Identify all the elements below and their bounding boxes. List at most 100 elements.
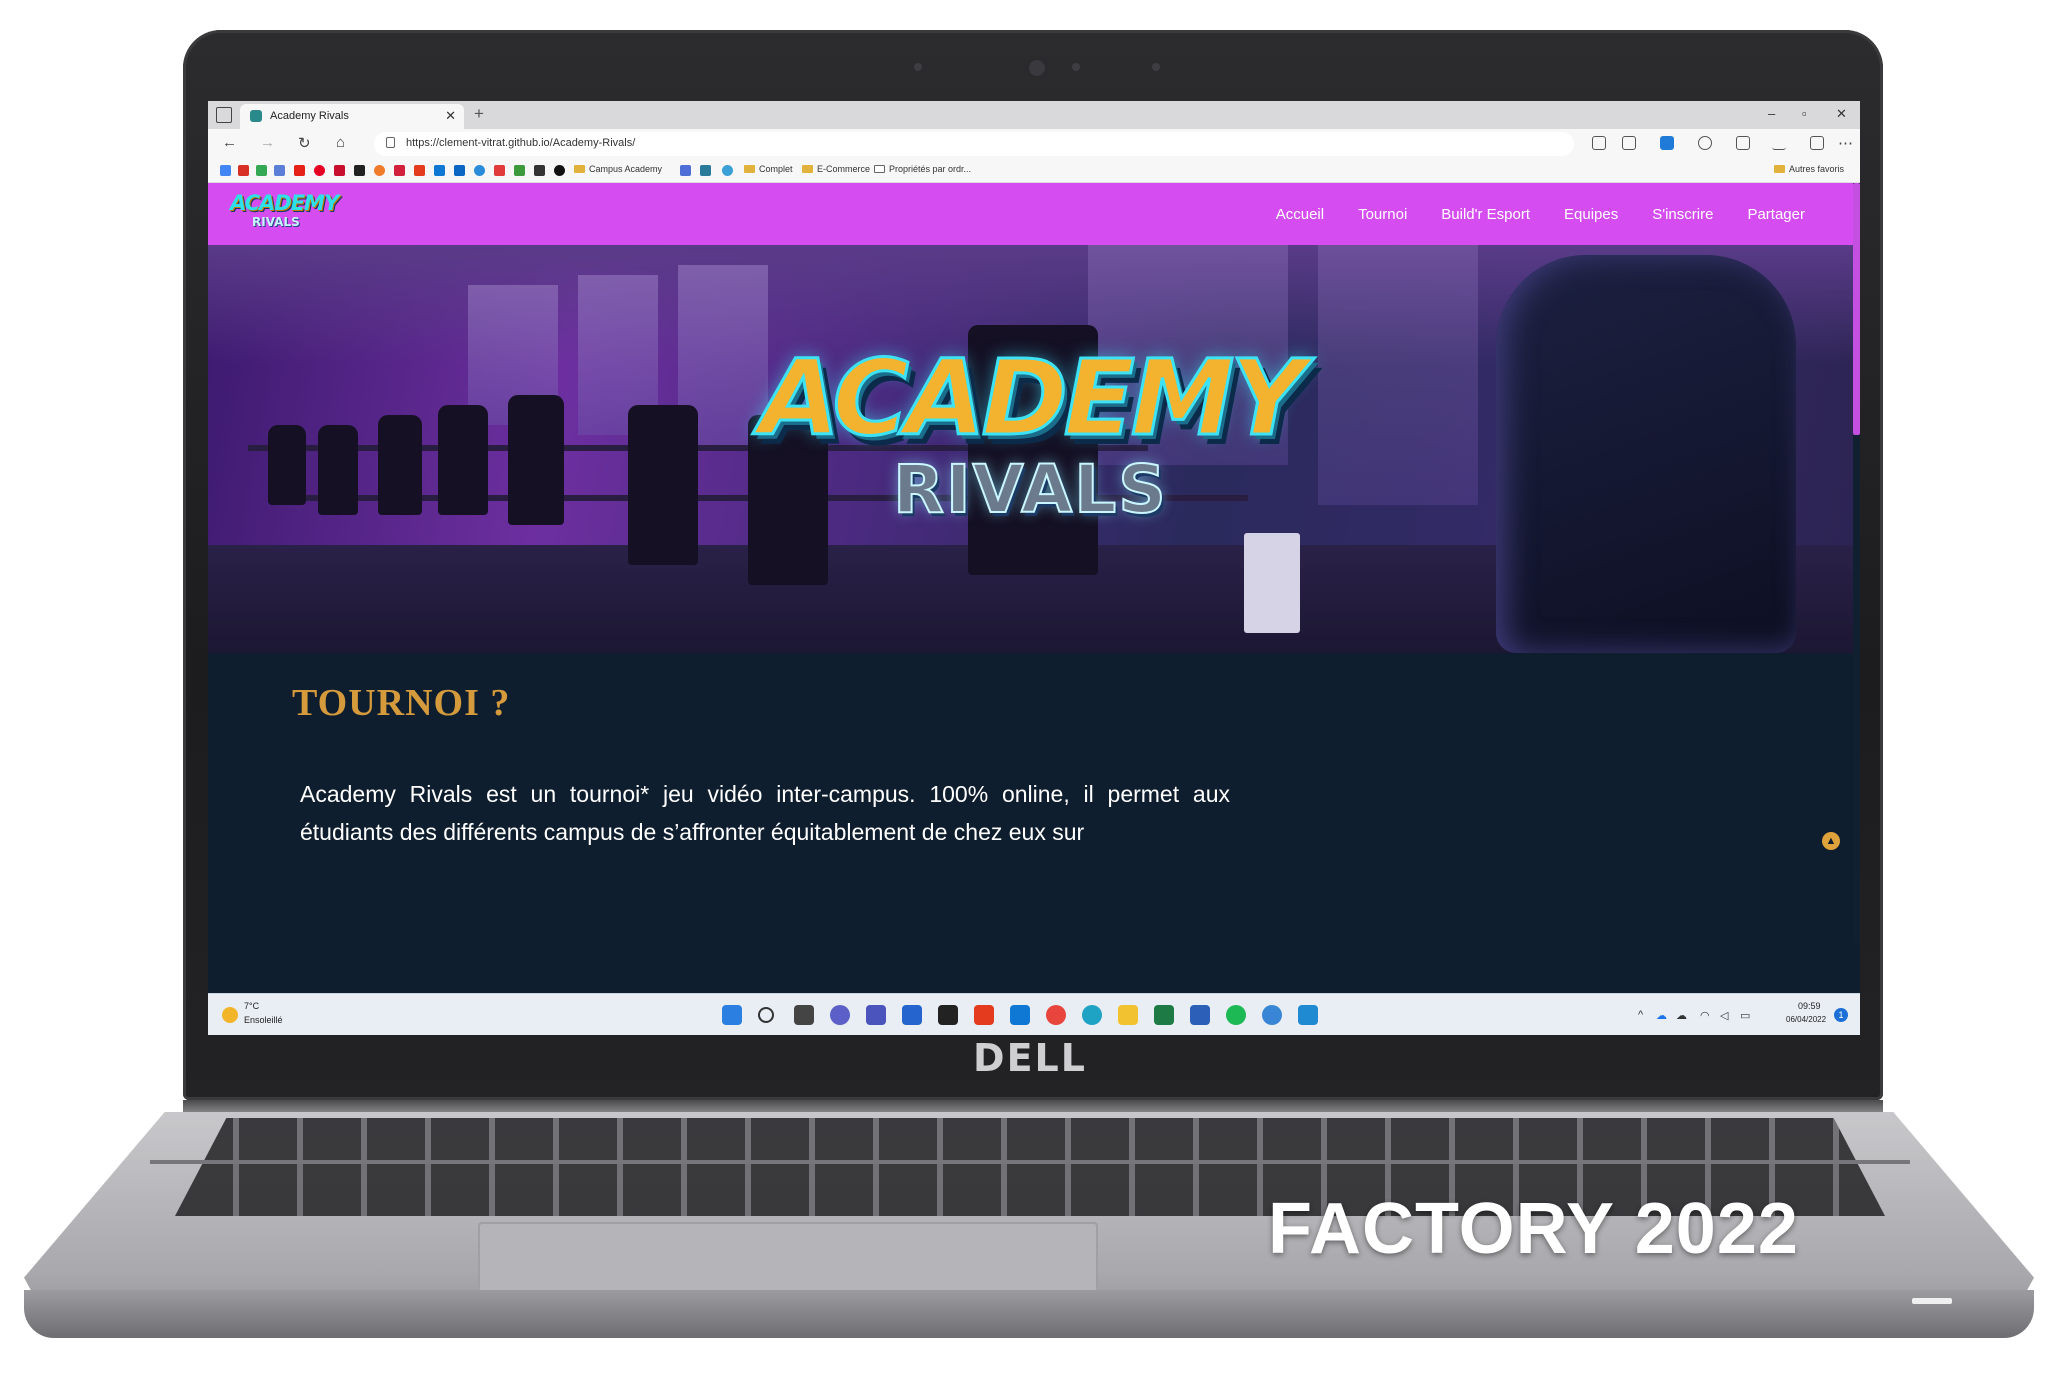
collections-icon[interactable] xyxy=(1810,136,1824,150)
minimize-icon[interactable]: – xyxy=(1768,106,1775,121)
spotify-icon[interactable] xyxy=(1226,1005,1246,1025)
chevron-up-icon[interactable]: ^ xyxy=(1638,1009,1643,1021)
teams-icon[interactable] xyxy=(866,1005,886,1025)
more-menu-icon[interactable]: ⋯ xyxy=(1838,134,1853,152)
extension-icon[interactable] xyxy=(1660,136,1674,150)
laptop: Academy Rivals ✕ + – ▫ ✕ ← → ↻ ⌂ https:/… xyxy=(0,0,2057,1373)
bookmark-icon[interactable] xyxy=(334,165,345,176)
clock-time[interactable]: 09:59 xyxy=(1798,1001,1821,1011)
sensor-dot xyxy=(914,63,922,71)
pinterest-icon[interactable] xyxy=(314,165,325,176)
cloud-icon[interactable]: ☁ xyxy=(1676,1009,1687,1022)
bookmark-icon[interactable] xyxy=(494,165,505,176)
browser-tab[interactable]: Academy Rivals ✕ xyxy=(240,104,464,129)
folder-icon xyxy=(744,165,755,173)
folder-icon xyxy=(574,165,585,173)
status-led xyxy=(1912,1298,1952,1304)
close-tab-icon[interactable]: ✕ xyxy=(445,108,456,124)
volume-icon[interactable]: ◁ xyxy=(1720,1009,1728,1022)
home-icon[interactable]: ⌂ xyxy=(336,134,345,151)
favorites-item-properties[interactable]: Propriétés par ordr... xyxy=(874,164,971,174)
folder-label: Autres favoris xyxy=(1789,164,1845,174)
chat-icon[interactable] xyxy=(830,1005,850,1025)
google-icon[interactable] xyxy=(220,165,231,176)
vscode-icon[interactable] xyxy=(1298,1005,1318,1025)
bookmark-icon[interactable] xyxy=(394,165,405,176)
close-window-icon[interactable]: ✕ xyxy=(1836,106,1847,122)
chrome-icon[interactable] xyxy=(1046,1005,1066,1025)
task-view-icon[interactable] xyxy=(794,1005,814,1025)
bookmark-icon[interactable] xyxy=(534,165,545,176)
linkedin-icon[interactable] xyxy=(454,165,465,176)
notification-badge[interactable]: 1 xyxy=(1834,1008,1848,1022)
bookmark-icon[interactable] xyxy=(554,165,565,176)
download-icon[interactable] xyxy=(1772,136,1786,150)
clock-date[interactable]: 06/04/2022 xyxy=(1786,1015,1826,1024)
nav-link-partager[interactable]: Partager xyxy=(1747,206,1805,223)
outlook-icon[interactable] xyxy=(434,165,445,176)
browser-tab-bar: Academy Rivals ✕ + – ▫ ✕ xyxy=(208,101,1860,129)
office-icon[interactable] xyxy=(414,165,425,176)
restore-icon[interactable]: ▫ xyxy=(1802,106,1807,121)
bookmark-icon[interactable] xyxy=(680,165,691,176)
site-logo[interactable]: ACADEMY RIVALS xyxy=(230,191,339,237)
gmail-icon[interactable] xyxy=(238,165,249,176)
screen: Academy Rivals ✕ + – ▫ ✕ ← → ↻ ⌂ https:/… xyxy=(208,101,1860,1035)
site-navbar: ACADEMY RIVALS Accueil Tournoi Build'r E… xyxy=(208,183,1853,245)
tab-actions-icon[interactable] xyxy=(216,107,232,123)
word-icon[interactable] xyxy=(1190,1005,1210,1025)
calendar-icon[interactable] xyxy=(274,165,285,176)
excel-icon[interactable] xyxy=(1154,1005,1174,1025)
bookmark-icon[interactable] xyxy=(514,165,525,176)
edge-icon[interactable] xyxy=(1082,1005,1102,1025)
nav-link-equipes[interactable]: Equipes xyxy=(1564,206,1618,223)
read-aloud-icon[interactable] xyxy=(1592,136,1606,150)
folder-icon xyxy=(802,165,813,173)
favorites-folder-ecommerce[interactable]: E-Commerce xyxy=(802,164,870,174)
sync-icon[interactable] xyxy=(1698,136,1712,150)
favorites-folder-campus[interactable]: Campus Academy xyxy=(574,164,662,174)
bookmark-icon[interactable] xyxy=(722,165,733,176)
weather-description: Ensoleillé xyxy=(244,1015,283,1025)
maps-icon[interactable] xyxy=(256,165,267,176)
keyboard-row-divider xyxy=(150,1160,1910,1164)
weather-sun-icon[interactable] xyxy=(222,1007,238,1023)
favorite-star-icon[interactable] xyxy=(1622,136,1636,150)
todo-icon[interactable] xyxy=(902,1005,922,1025)
search-icon[interactable] xyxy=(758,1007,774,1023)
bookmark-icon[interactable] xyxy=(474,165,485,176)
favorites-folder-complet[interactable]: Complet xyxy=(744,164,793,174)
app-icon[interactable] xyxy=(938,1005,958,1025)
forward-icon[interactable]: → xyxy=(260,134,275,151)
folder-icon xyxy=(1774,165,1785,173)
nav-link-accueil[interactable]: Accueil xyxy=(1276,206,1324,223)
wifi-icon[interactable]: ◠ xyxy=(1700,1009,1710,1022)
bookmark-icon[interactable] xyxy=(354,165,365,176)
onedrive-icon[interactable]: ☁ xyxy=(1656,1009,1667,1022)
start-icon[interactable] xyxy=(722,1005,742,1025)
outlook-icon[interactable] xyxy=(1010,1005,1030,1025)
bookmark-icon[interactable] xyxy=(700,165,711,176)
refresh-icon[interactable]: ↻ xyxy=(298,134,311,152)
favorites-icon[interactable] xyxy=(1736,136,1750,150)
nav-link-tournoi[interactable]: Tournoi xyxy=(1358,206,1407,223)
bookmark-icon[interactable] xyxy=(374,165,385,176)
scrollbar-thumb[interactable] xyxy=(1853,183,1860,435)
favorites-folder-other[interactable]: Autres favoris xyxy=(1774,164,1844,174)
dell-logo: DELL xyxy=(973,1036,1087,1080)
back-icon[interactable]: ← xyxy=(222,134,237,151)
logo-text-top: ACADEMY xyxy=(230,191,339,215)
nav-link-sinscrire[interactable]: S'inscrire xyxy=(1652,206,1713,223)
new-tab-icon[interactable]: + xyxy=(474,104,484,124)
address-bar-row: ← → ↻ ⌂ https://clement-vitrat.github.io… xyxy=(208,129,1860,159)
office-icon[interactable] xyxy=(974,1005,994,1025)
scroll-to-top-icon[interactable]: ▲ xyxy=(1822,832,1840,850)
app-icon[interactable] xyxy=(1262,1005,1282,1025)
nav-link-buildr-esport[interactable]: Build'r Esport xyxy=(1441,206,1530,223)
url-field[interactable]: https://clement-vitrat.github.io/Academy… xyxy=(374,132,1574,156)
battery-icon[interactable]: ▭ xyxy=(1740,1009,1750,1022)
section-text: Academy Rivals est un tournoi* jeu vidéo… xyxy=(300,781,1230,845)
file-explorer-icon[interactable] xyxy=(1118,1005,1138,1025)
lock-icon xyxy=(386,137,395,148)
youtube-icon[interactable] xyxy=(294,165,305,176)
